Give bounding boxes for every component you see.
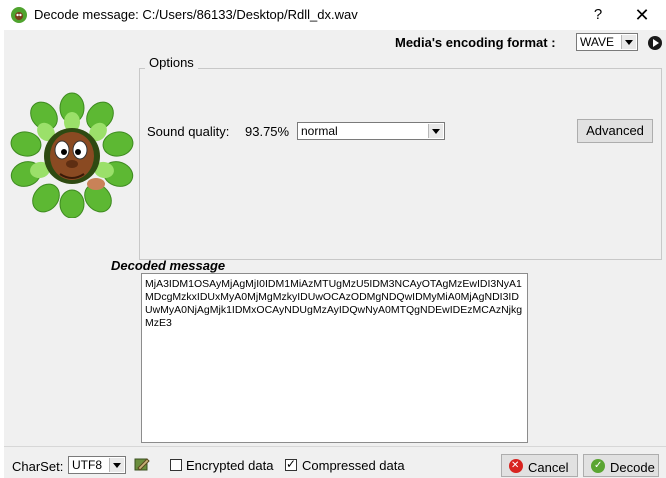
- decoded-message-textarea[interactable]: MjA3IDM1OSAyMjAgMjI0IDM1MiAzMTUgMzU5IDM3…: [141, 273, 528, 443]
- chevron-down-icon: [428, 124, 443, 138]
- encrypted-data-checkbox[interactable]: [170, 459, 182, 471]
- encrypted-data-label: Encrypted data: [186, 458, 274, 473]
- sound-quality-value: 93.75%: [245, 124, 290, 139]
- cancel-button[interactable]: Cancel: [501, 454, 578, 477]
- mascot-logo: [10, 92, 134, 218]
- decoded-message-label: Decoded message: [111, 258, 226, 273]
- app-icon: [11, 7, 27, 23]
- encoding-format-label: Media's encoding format :: [395, 35, 556, 50]
- help-button[interactable]: ?: [586, 4, 610, 26]
- encoding-format-select[interactable]: WAVE: [576, 33, 638, 51]
- compressed-data-checkbox[interactable]: ✓: [285, 457, 297, 471]
- play-icon[interactable]: [648, 36, 662, 50]
- checkmark-icon: ✓: [286, 457, 297, 471]
- advanced-button[interactable]: Advanced: [577, 119, 653, 143]
- sound-quality-label: Sound quality:: [147, 124, 230, 139]
- footer-divider: [4, 446, 666, 447]
- window-title: Decode message: C:/Users/86133/Desktop/R…: [34, 7, 358, 22]
- charset-value: UTF8: [72, 458, 102, 472]
- cancel-icon: [509, 459, 523, 473]
- title-bar: Decode message: C:/Users/86133/Desktop/R…: [0, 0, 666, 30]
- decode-button[interactable]: Decode: [583, 454, 659, 477]
- sound-quality-select-value: normal: [301, 124, 338, 138]
- dialog-body: Media's encoding format : WAVE Options S…: [4, 30, 666, 478]
- decode-button-label: Decode: [610, 460, 655, 475]
- cancel-button-label: Cancel: [528, 460, 569, 475]
- chevron-down-icon: [109, 458, 124, 472]
- chevron-down-icon: [621, 35, 636, 49]
- close-button[interactable]: ✕: [630, 4, 654, 26]
- sound-quality-select[interactable]: normal: [297, 122, 445, 140]
- options-group: [139, 68, 662, 260]
- compressed-data-label: Compressed data: [302, 458, 405, 473]
- encoding-format-value: WAVE: [580, 35, 615, 49]
- decode-icon: [591, 459, 605, 473]
- charset-select[interactable]: UTF8: [68, 456, 126, 474]
- options-legend: Options: [145, 55, 198, 70]
- edit-charset-icon[interactable]: [134, 456, 150, 472]
- charset-label: CharSet:: [12, 459, 64, 474]
